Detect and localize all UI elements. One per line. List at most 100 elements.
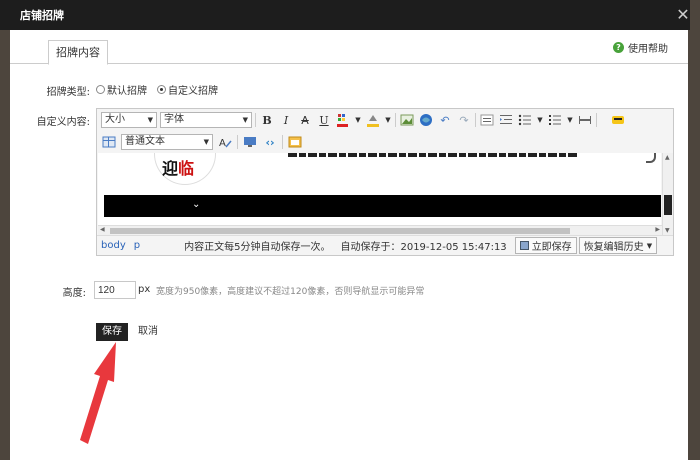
- numbered-list-icon[interactable]: [547, 112, 563, 128]
- chevron-down-icon: ▼: [147, 116, 153, 124]
- undo-icon[interactable]: ↶: [437, 112, 453, 128]
- chevron-down-icon: ⌄: [192, 199, 201, 210]
- banner-logo-text: 迎临: [162, 155, 194, 179]
- scroll-right-icon[interactable]: ▶: [655, 226, 660, 233]
- restore-history-label: 恢复编辑历史: [583, 242, 644, 253]
- preview-icon[interactable]: [242, 134, 258, 150]
- chevron-down-icon: ▼: [646, 241, 653, 250]
- italic-icon[interactable]: I: [278, 112, 294, 128]
- toolbar-separator: [596, 113, 597, 127]
- redo-icon[interactable]: ↷: [456, 112, 472, 128]
- insert-image-icon[interactable]: [399, 112, 415, 128]
- toolbar-separator: [237, 135, 238, 149]
- underline-icon[interactable]: U: [316, 112, 332, 128]
- height-label: 高度:: [62, 288, 86, 299]
- indent-icon[interactable]: [498, 112, 514, 128]
- autosave-note: 内容正文每5分钟自动保存一次。: [184, 242, 331, 253]
- chevron-down-icon[interactable]: ▼: [384, 112, 392, 128]
- scroll-left-icon[interactable]: ◀: [100, 226, 105, 233]
- paragraph-format-select[interactable]: 普通文本 ▼: [121, 134, 213, 150]
- font-size-value: 大小: [105, 114, 125, 125]
- height-row: 高度: px 宽度为950像素，高度建议不超过120像素，否则导航显示可能异常: [10, 280, 688, 300]
- sign-type-label: 招牌类型:: [46, 87, 90, 98]
- radio-default-indicator[interactable]: [96, 85, 105, 94]
- template-icon[interactable]: [287, 134, 303, 150]
- cancel-button[interactable]: 取消: [138, 323, 158, 341]
- editor-status-bar: body p 内容正文每5分钟自动保存一次。 自动保存于：2019-12-05 1…: [97, 235, 673, 255]
- chevron-down-icon[interactable]: ▼: [536, 112, 544, 128]
- save-now-label: 立即保存: [531, 242, 572, 253]
- emoticon-icon[interactable]: [610, 112, 626, 128]
- backdrop-left: [0, 0, 10, 460]
- scrollbar-thumb[interactable]: [664, 195, 672, 215]
- insert-flash-icon[interactable]: [418, 112, 434, 128]
- table-icon[interactable]: [101, 134, 117, 150]
- chevron-down-icon[interactable]: ▼: [566, 112, 574, 128]
- help-label: 使用帮助: [628, 44, 668, 55]
- scroll-up-icon[interactable]: ▲: [665, 154, 670, 161]
- height-hint: 宽度为950像素，高度建议不超过120像素，否则导航显示可能异常: [156, 287, 425, 297]
- text-color-icon[interactable]: [335, 112, 351, 128]
- banner-logo-char1: 迎: [162, 159, 179, 178]
- chevron-down-icon[interactable]: ▼: [354, 112, 362, 128]
- editor-vertical-scrollbar[interactable]: ▲ ▼: [662, 153, 673, 235]
- scroll-down-icon[interactable]: ▼: [665, 227, 670, 234]
- annotation-arrow-icon: [80, 342, 116, 444]
- align-icon[interactable]: [479, 112, 495, 128]
- rich-text-editor: 大小 ▼ 字体 ▼ B I A U ▼ ▼ ↶ ↷ ▼ ▼ 普通文本 ▼ A ‹…: [96, 108, 674, 256]
- banner-nav-bar: ⌄: [104, 195, 661, 217]
- sign-type-radio-group: 默认招牌 自定义招牌: [96, 82, 224, 97]
- custom-content-label: 自定义内容:: [36, 117, 90, 128]
- editor-toolbar-row1: 大小 ▼ 字体 ▼ B I A U ▼ ▼ ↶ ↷ ▼ ▼: [97, 109, 673, 131]
- font-family-value: 字体: [164, 114, 184, 125]
- svg-text:A: A: [219, 138, 226, 149]
- strikethrough-icon[interactable]: A: [297, 112, 313, 128]
- editor-horizontal-scrollbar[interactable]: ◀ ▶: [98, 225, 662, 235]
- help-icon: ?: [613, 42, 624, 53]
- path-item-body[interactable]: body: [101, 240, 126, 251]
- save-button[interactable]: 保存: [96, 323, 128, 341]
- radio-custom-label: 自定义招牌: [168, 86, 218, 97]
- element-path: body p: [101, 240, 148, 251]
- autosave-time: 自动保存于：2019-12-05 15:47:13: [340, 242, 507, 253]
- source-code-icon[interactable]: ‹›: [262, 134, 278, 150]
- editor-toolbar-row2: 普通文本 ▼ A ‹›: [97, 131, 673, 153]
- close-icon[interactable]: ✕: [676, 7, 690, 23]
- dialog-titlebar: 店铺招牌 ✕: [0, 0, 690, 30]
- toolbar-separator: [395, 113, 396, 127]
- toolbar-separator: [475, 113, 476, 127]
- toolbar-separator: [255, 113, 256, 127]
- editor-content-area[interactable]: 迎临 ⌄: [98, 153, 661, 235]
- bg-color-icon[interactable]: [365, 112, 381, 128]
- bullet-list-icon[interactable]: [517, 112, 533, 128]
- banner-decoration: [646, 153, 656, 163]
- chevron-down-icon: ▼: [242, 116, 248, 124]
- help-link[interactable]: ? 使用帮助: [613, 40, 668, 55]
- radio-custom-sign[interactable]: 自定义招牌: [157, 82, 218, 97]
- bold-icon[interactable]: B: [259, 112, 275, 128]
- banner-heading-text: [288, 153, 578, 157]
- height-unit: px: [138, 284, 151, 295]
- paragraph-format-value: 普通文本: [125, 136, 165, 147]
- path-item-p[interactable]: p: [134, 240, 140, 251]
- tab-sign-content[interactable]: 招牌内容: [48, 40, 108, 65]
- banner-logo-char2: 临: [178, 159, 195, 178]
- radio-default-label: 默认招牌: [107, 86, 147, 97]
- font-size-select[interactable]: 大小 ▼: [101, 112, 157, 128]
- dialog-title: 店铺招牌: [20, 9, 64, 22]
- shop-sign-dialog: 店铺招牌 ✕ 招牌内容 ? 使用帮助 招牌类型: 默认招牌 自定义招牌 自定义内…: [0, 0, 690, 460]
- radio-default-sign[interactable]: 默认招牌: [96, 82, 147, 97]
- tab-bar: 招牌内容 ? 使用帮助: [10, 30, 688, 65]
- save-icon: [519, 241, 529, 250]
- toolbar-separator: [282, 135, 283, 149]
- chevron-down-icon: ▼: [203, 138, 209, 146]
- restore-history-button[interactable]: 恢复编辑历史 ▼: [578, 237, 658, 254]
- backdrop-right: [688, 0, 700, 460]
- height-input[interactable]: [94, 281, 136, 299]
- scrollbar-thumb[interactable]: [110, 228, 570, 234]
- radio-custom-indicator[interactable]: [157, 85, 166, 94]
- horizontal-rule-icon[interactable]: [577, 112, 593, 128]
- font-family-select[interactable]: 字体 ▼: [160, 112, 252, 128]
- clear-format-icon[interactable]: A: [217, 134, 233, 150]
- save-now-button[interactable]: 立即保存: [514, 237, 577, 254]
